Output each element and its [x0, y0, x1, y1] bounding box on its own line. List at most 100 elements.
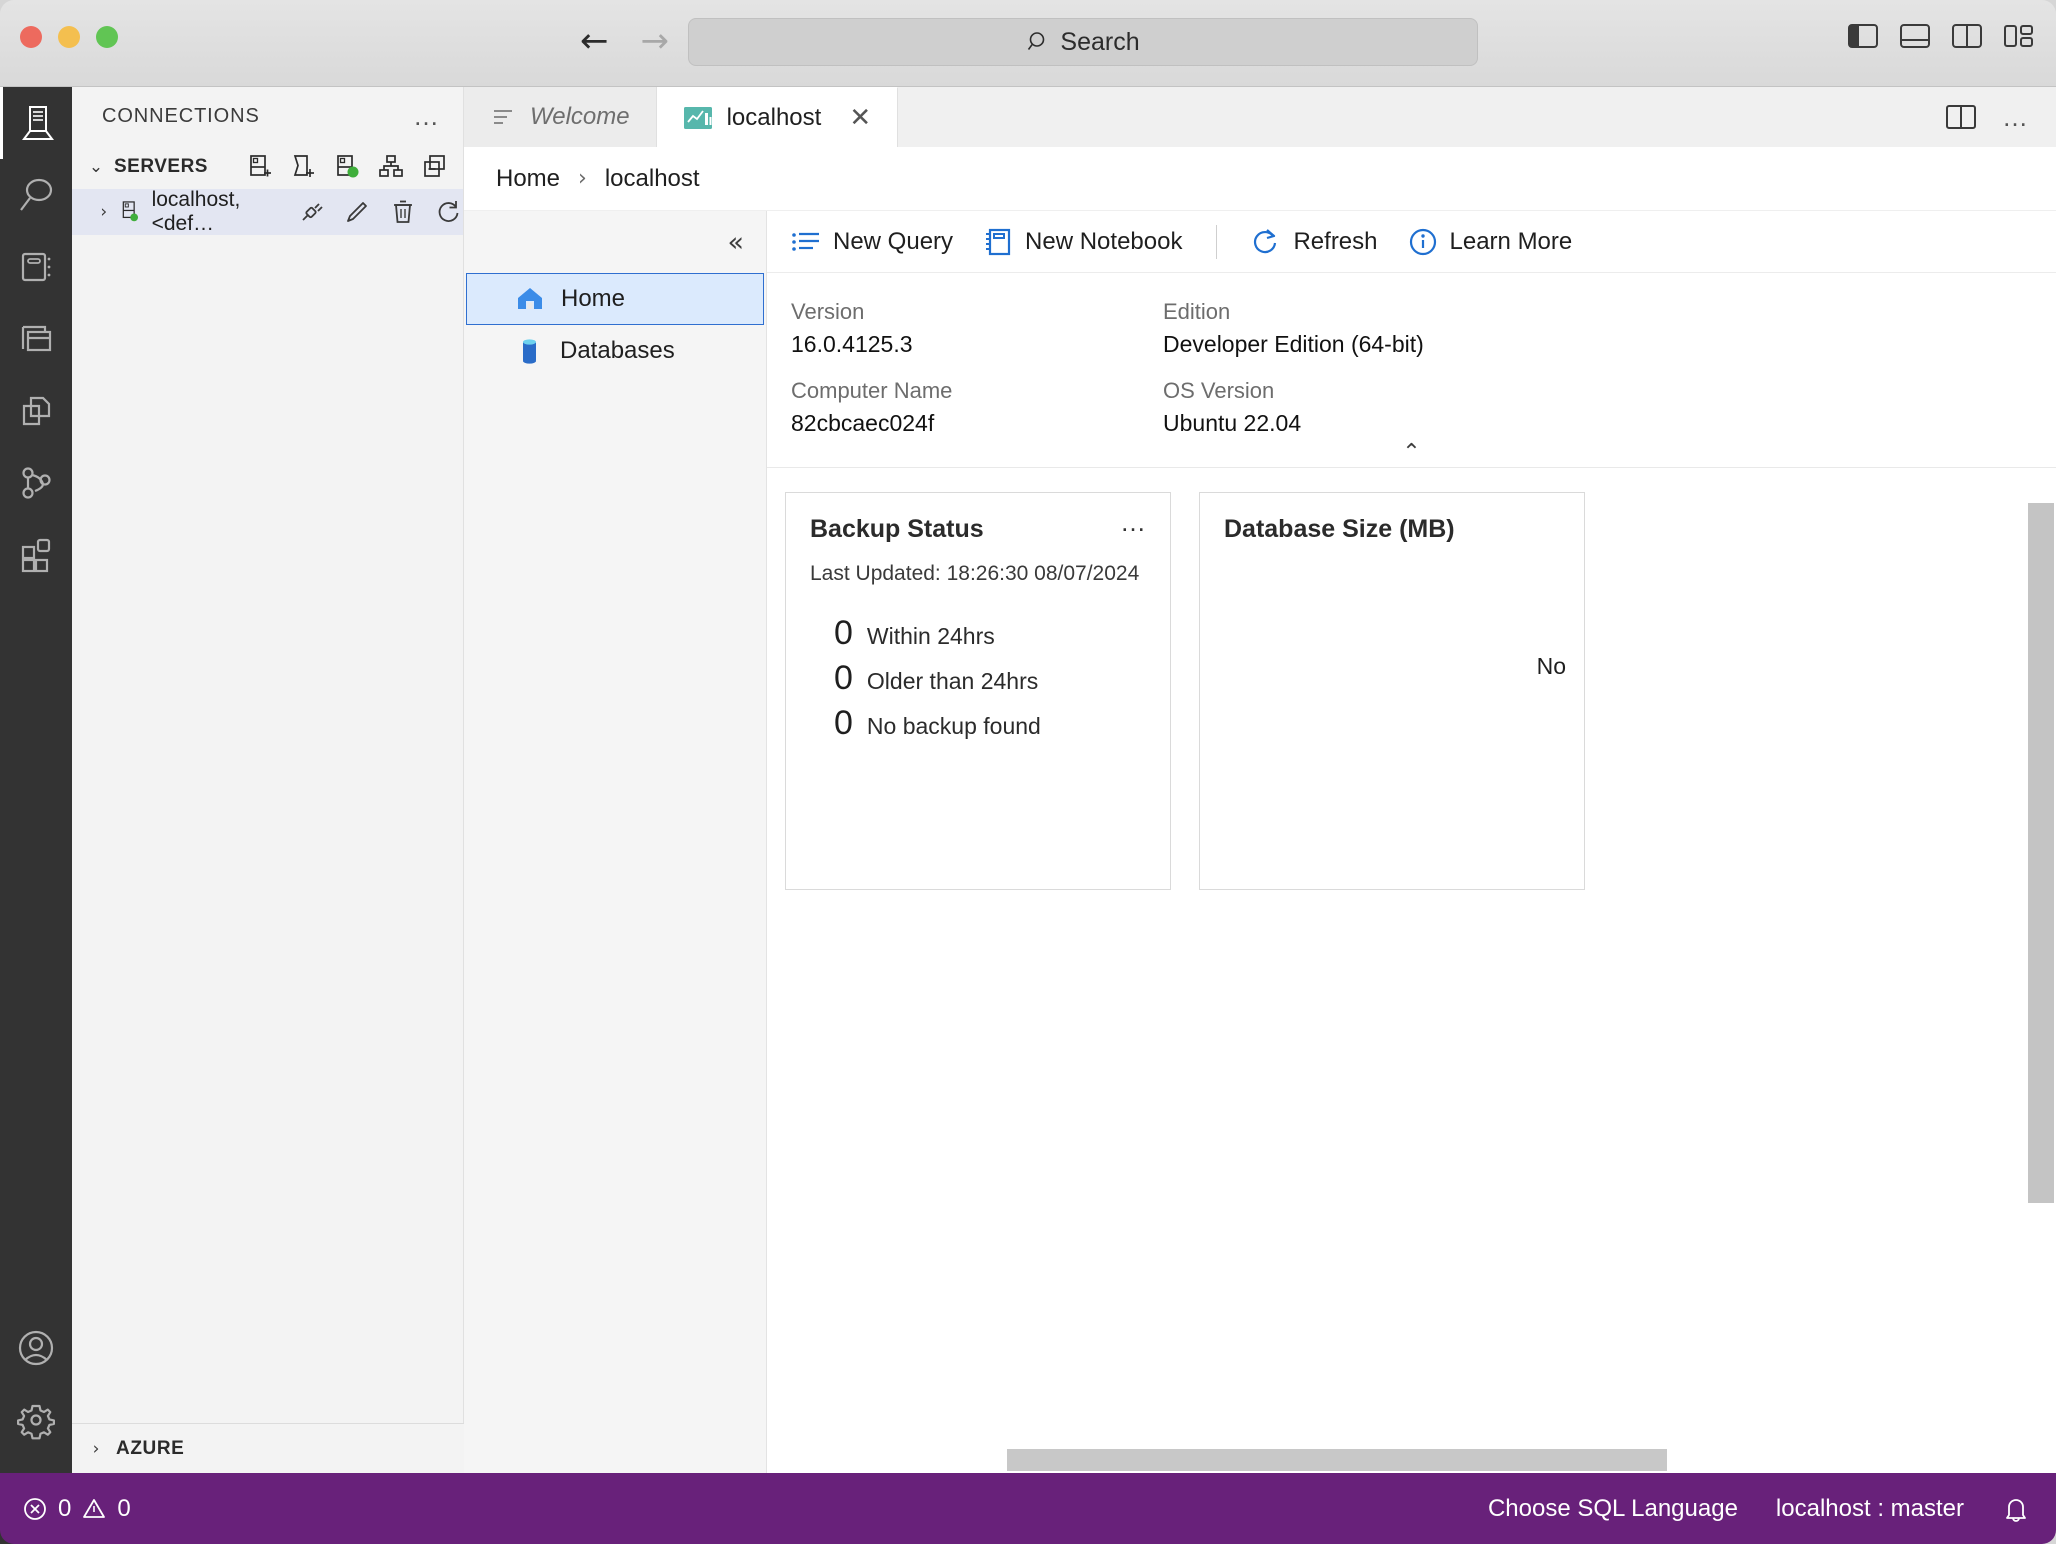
forward-arrow-icon[interactable]: →: [641, 24, 670, 58]
search-placeholder-text: Search: [1060, 27, 1140, 56]
widget-container: Backup Status … Last Updated: 18:26:30 0…: [767, 468, 2056, 890]
editor-more-actions-icon[interactable]: …: [2002, 104, 2030, 130]
error-circle-icon: [24, 1497, 46, 1520]
split-editor-icon[interactable]: [1946, 103, 1976, 131]
activity-item-extensions[interactable]: [0, 519, 72, 591]
toggle-panel-icon[interactable]: [1900, 22, 1930, 50]
dashboard-body: « Home Databases New Query New Notebook …: [464, 211, 2056, 1473]
breadcrumb: Home › localhost: [464, 147, 2056, 211]
new-connection-icon[interactable]: [245, 153, 273, 181]
sidebar-title-text: CONNECTIONS: [102, 104, 260, 127]
horizontal-scrollbar[interactable]: [767, 1449, 2056, 1473]
close-tab-icon[interactable]: ✕: [849, 103, 871, 133]
title-bar: ← → Search: [0, 0, 2056, 87]
server-icon: [21, 106, 54, 140]
chevron-right-icon[interactable]: ›: [96, 202, 111, 222]
toggle-primary-sidebar-icon[interactable]: [1848, 22, 1878, 50]
toolbar-divider: [1216, 224, 1218, 259]
vertical-scrollbar-thumb[interactable]: [2028, 503, 2054, 1203]
status-bar-problems[interactable]: 0 0: [0, 1495, 131, 1523]
servers-section-label: SERVERS: [114, 156, 208, 177]
bell-icon[interactable]: [2002, 1494, 2030, 1524]
tab-localhost[interactable]: localhost ✕: [656, 87, 899, 147]
warning-triangle-icon: [83, 1498, 106, 1518]
chevron-down-icon: ⌄: [88, 157, 104, 177]
collapse-nav-pane-icon[interactable]: «: [727, 227, 744, 258]
home-icon: [518, 288, 542, 309]
refresh-button[interactable]: Refresh: [1251, 227, 1378, 257]
edit-connection-icon[interactable]: [343, 198, 371, 226]
status-bar-sql-language[interactable]: Choose SQL Language: [1488, 1495, 1738, 1523]
breadcrumb-item-localhost[interactable]: localhost: [605, 165, 700, 193]
breadcrumb-item-home[interactable]: Home: [496, 165, 560, 193]
activity-item-source-control[interactable]: [0, 447, 72, 519]
layout-controls: [1848, 22, 2034, 50]
copy-files-icon: [22, 396, 51, 426]
activity-item-search[interactable]: [0, 159, 72, 231]
connection-tree-icon[interactable]: [377, 153, 405, 181]
search-input[interactable]: Search: [688, 18, 1478, 66]
new-query-button[interactable]: New Query: [791, 228, 953, 256]
source-control-icon: [22, 467, 51, 499]
new-notebook-button[interactable]: New Notebook: [983, 227, 1182, 257]
stat-label-no-backup-found: No backup found: [866, 713, 1041, 739]
application-window: ← → Search CONNECTIONS … ⌄ SERVERS › loc…: [0, 0, 2056, 1544]
active-connections-icon[interactable]: [333, 153, 361, 181]
widget-database-size: Database Size (MB) No: [1199, 492, 1585, 890]
collapse-all-icon[interactable]: [421, 153, 449, 181]
property-value-version: 16.0.4125.3: [791, 331, 913, 357]
widget-backup-status-last-updated: Last Updated: 18:26:30 08/07/2024: [810, 562, 1140, 585]
horizontal-scrollbar-thumb[interactable]: [1007, 1449, 1667, 1471]
status-bar-right: Choose SQL Language localhost : master: [1488, 1494, 2056, 1524]
azure-section-header[interactable]: › AZURE: [72, 1423, 464, 1473]
property-value-edition: Developer Edition (64-bit): [1163, 331, 1424, 357]
maximize-window-button[interactable]: [96, 26, 118, 48]
notebook-icon: [21, 252, 51, 282]
search-icon: [20, 178, 53, 211]
property-value-os-version: Ubuntu 22.04: [1163, 410, 1302, 436]
status-bar: 0 0 Choose SQL Language localhost : mast…: [0, 1473, 2056, 1544]
activity-item-files[interactable]: [0, 375, 72, 447]
toggle-secondary-sidebar-icon[interactable]: [1952, 22, 1982, 50]
widget-backup-status: Backup Status … Last Updated: 18:26:30 0…: [785, 492, 1171, 890]
close-window-button[interactable]: [20, 26, 42, 48]
widget-backup-status-menu-icon[interactable]: …: [1120, 509, 1148, 535]
refresh-icon[interactable]: [435, 198, 463, 226]
tab-welcome[interactable]: Welcome: [464, 87, 657, 147]
editor-area: Welcome localhost ✕ … Home › localhost «…: [464, 87, 2056, 1473]
back-arrow-icon[interactable]: ←: [580, 24, 609, 58]
status-bar-warning-count: 0: [117, 1494, 131, 1522]
sidebar-more-actions-icon[interactable]: …: [413, 103, 441, 129]
tab-bar-actions: …: [1946, 87, 2056, 147]
nav-item-home[interactable]: Home: [466, 273, 764, 325]
stat-count-no-backup-found: 0: [834, 704, 853, 742]
collapse-properties-icon[interactable]: ⌃: [1402, 440, 1420, 465]
activity-item-notebooks[interactable]: [0, 231, 72, 303]
tab-welcome-label: Welcome: [530, 103, 630, 130]
widget-database-size-title: Database Size (MB): [1224, 515, 1455, 543]
new-server-group-icon[interactable]: [289, 153, 317, 181]
stat-row: 0 Older than 24hrs: [834, 659, 1146, 698]
vertical-scrollbar[interactable]: [2026, 211, 2056, 1473]
activity-item-accounts[interactable]: [0, 1312, 72, 1384]
servers-section-header[interactable]: ⌄ SERVERS: [72, 145, 463, 189]
status-bar-connection[interactable]: localhost : master: [1776, 1495, 1964, 1523]
server-tree-item-localhost[interactable]: › localhost, <def…: [72, 188, 463, 235]
dashboard-toolbar: New Query New Notebook Refresh Learn Mor…: [767, 211, 2056, 273]
activity-item-dashboards[interactable]: [0, 303, 72, 375]
nav-item-databases[interactable]: Databases: [466, 325, 764, 377]
server-properties: Version 16.0.4125.3 Computer Name 82cbca…: [767, 273, 2056, 468]
activity-item-manage[interactable]: [0, 1384, 72, 1456]
status-bar-error-count: 0: [58, 1494, 72, 1522]
delete-connection-icon[interactable]: [389, 198, 417, 226]
learn-more-label: Learn More: [1449, 227, 1573, 255]
learn-more-button[interactable]: Learn More: [1408, 227, 1573, 257]
customize-layout-icon[interactable]: [2004, 22, 2034, 50]
activity-item-connections[interactable]: [0, 87, 72, 159]
welcome-icon: [494, 110, 512, 124]
minimize-window-button[interactable]: [58, 26, 80, 48]
dashboard-icon: [21, 325, 52, 352]
azure-section-label: AZURE: [116, 1437, 185, 1459]
properties-column-left: Version 16.0.4125.3 Computer Name 82cbca…: [791, 299, 1163, 457]
disconnect-icon[interactable]: [297, 198, 325, 226]
